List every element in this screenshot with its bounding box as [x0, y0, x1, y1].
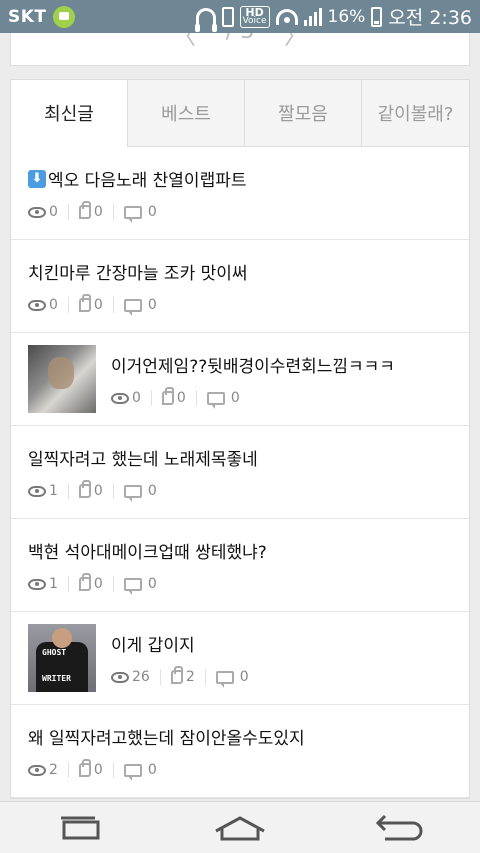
eye-icon: [28, 764, 46, 776]
post-title[interactable]: 왜 일찍자려고했는데 잠이안올수도있지: [28, 724, 452, 749]
comment-icon: [206, 391, 225, 409]
comment-count: 0: [239, 669, 249, 685]
comment-count: 0: [147, 483, 157, 499]
like-count: 0: [93, 762, 103, 778]
download-icon: ⬇: [28, 169, 46, 188]
post-title[interactable]: 치킨마루 간장마늘 조카 맛이써: [28, 259, 452, 284]
tab-best[interactable]: 베스트: [127, 80, 244, 147]
post-meta: 1 0 0: [28, 480, 452, 502]
eye-icon: [111, 392, 129, 404]
comment-icon: [123, 205, 142, 223]
board-tabs: 최신글 베스트 짤모음 같이볼래?: [11, 80, 469, 147]
thumbs-up-icon: [78, 480, 91, 498]
comment-count: 0: [147, 762, 157, 778]
comment-count: 0: [147, 204, 157, 220]
post-item[interactable]: 일찍자려고 했는데 노래제목좋네 1 0 0: [11, 426, 469, 519]
post-title[interactable]: 이게 갑이지: [111, 631, 452, 656]
post-title[interactable]: ⬇ 엑오 다음노래 찬열이랩파트: [28, 166, 452, 191]
post-item[interactable]: 백현 석아대메이크업때 쌍테했냐? 1 0 0: [11, 519, 469, 612]
view-count: 0: [132, 390, 141, 406]
comment-icon: [123, 577, 142, 595]
post-item[interactable]: 이거언제임??뒷배경이수련회느낌ㅋㅋㅋ 0 0 0: [11, 333, 469, 426]
post-title-text: 엑오 다음노래 찬열이랩파트: [48, 171, 247, 191]
pager-next-icon[interactable]: 〉: [284, 33, 306, 51]
thumbs-up-icon: [78, 759, 91, 777]
like-count: 0: [176, 390, 186, 406]
view-count: 0: [49, 204, 58, 220]
thumbs-up-icon: [170, 666, 183, 684]
eye-icon: [28, 578, 46, 590]
thumbnail-text: GHOST: [42, 648, 67, 657]
view-count: 26: [132, 669, 150, 685]
eye-icon: [111, 671, 129, 683]
status-bar: SKT HD Voice 16% 오전 2:36: [0, 0, 480, 33]
tab-latest[interactable]: 최신글: [11, 80, 127, 147]
view-count: 1: [49, 576, 58, 592]
pager-indicator: / 3: [226, 33, 254, 44]
tab-watch-together[interactable]: 같이볼래?: [361, 80, 469, 147]
view-count: 1: [49, 483, 58, 499]
comment-icon: [215, 670, 234, 688]
post-item[interactable]: ⬇ 엑오 다음노래 찬열이랩파트 0 0 0: [11, 147, 469, 240]
like-count: 2: [185, 669, 195, 685]
recent-apps-icon[interactable]: [50, 808, 110, 848]
post-meta: 1 0 0: [28, 573, 452, 595]
like-count: 0: [93, 483, 103, 499]
eye-icon: [28, 485, 46, 497]
post-title[interactable]: 백현 석아대메이크업때 쌍테했냐?: [28, 538, 452, 563]
post-meta: 26 2 0: [111, 666, 452, 688]
thumbs-up-icon: [161, 387, 174, 405]
post-title[interactable]: 이거언제임??뒷배경이수련회느낌ㅋㅋㅋ: [111, 352, 452, 377]
eye-icon: [28, 206, 46, 218]
thumbs-up-icon: [78, 201, 91, 219]
view-count: 0: [49, 297, 58, 313]
post-item[interactable]: 치킨마루 간장마늘 조카 맛이써 0 0 0: [11, 240, 469, 333]
comment-count: 0: [230, 390, 240, 406]
post-item[interactable]: GHOST WRITER 이게 갑이지 26 2 0: [11, 612, 469, 705]
signal-icon: [303, 7, 322, 26]
battery-icon: [371, 6, 383, 27]
headset-icon: [194, 7, 217, 32]
carrier-label: SKT: [8, 6, 47, 27]
back-icon[interactable]: [370, 808, 430, 848]
system-nav-bar: [0, 801, 480, 853]
voice-label: Voice: [242, 15, 267, 26]
hd-voice-icon: HD Voice: [239, 5, 270, 28]
post-title[interactable]: 일찍자려고 했는데 노래제목좋네: [28, 445, 452, 470]
post-meta: 0 0 0: [111, 387, 452, 409]
thumbs-up-icon: [78, 573, 91, 591]
pager-prev-icon[interactable]: 〈: [174, 33, 196, 51]
battery-percent: 16%: [327, 6, 366, 27]
post-thumbnail[interactable]: GHOST WRITER: [28, 624, 96, 692]
board-card: 최신글 베스트 짤모음 같이볼래? ⬇ 엑오 다음노래 찬열이랩파트 0 0 0…: [10, 79, 470, 799]
clock: 오전 2:36: [388, 7, 472, 29]
home-icon[interactable]: [210, 808, 270, 848]
wifi-icon: [275, 8, 298, 25]
thumbnail-text: WRITER: [42, 674, 71, 683]
comment-icon: [123, 763, 142, 781]
comment-icon: [123, 298, 142, 316]
comment-count: 0: [147, 297, 157, 313]
vibrate-icon: [221, 6, 234, 27]
post-meta: 0 0 0: [28, 294, 452, 316]
like-count: 0: [93, 297, 103, 313]
post-meta: 2 0 0: [28, 759, 452, 781]
android-notification-icon: [52, 5, 75, 28]
tab-pics[interactable]: 짤모음: [244, 80, 361, 147]
post-thumbnail[interactable]: [28, 345, 96, 413]
like-count: 0: [93, 576, 103, 592]
comment-icon: [123, 484, 142, 502]
view-count: 2: [49, 762, 58, 778]
thumbs-up-icon: [78, 294, 91, 312]
pager-card: 〈 / 3 〉: [10, 33, 470, 66]
eye-icon: [28, 299, 46, 311]
comment-count: 0: [147, 576, 157, 592]
post-item[interactable]: 왜 일찍자려고했는데 잠이안올수도있지 2 0 0: [11, 705, 469, 798]
post-meta: 0 0 0: [28, 201, 452, 223]
like-count: 0: [93, 204, 103, 220]
